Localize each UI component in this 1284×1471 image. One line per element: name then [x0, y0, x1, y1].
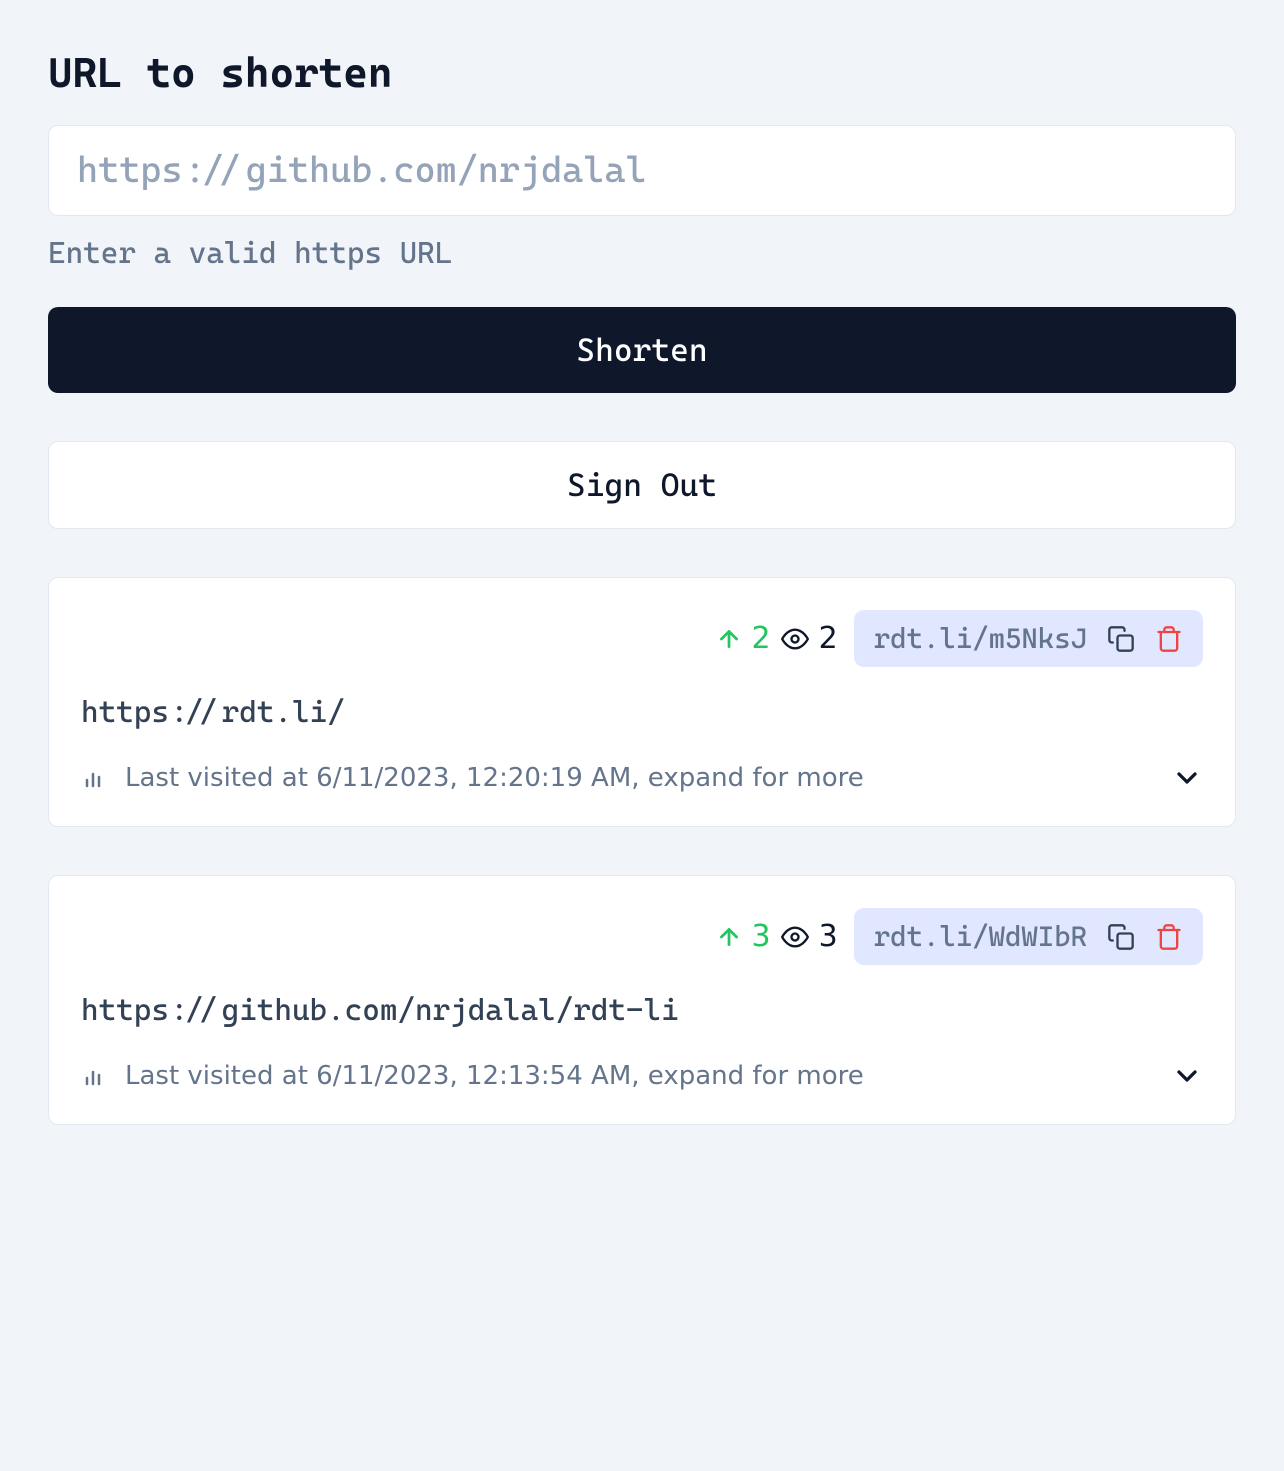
bar-chart-icon: [81, 766, 105, 790]
card-footer: Last visited at 6/11/2023, 12:13:54 AM, …: [81, 1060, 1203, 1092]
chevron-down-icon[interactable]: [1171, 1060, 1203, 1092]
view-count: 2: [819, 621, 838, 656]
short-link-text: rdt.li/WdWIbR: [874, 920, 1087, 953]
view-count: 3: [819, 919, 838, 954]
original-url: https://rdt.li/: [81, 695, 1203, 730]
copy-icon[interactable]: [1107, 923, 1135, 951]
shorten-button[interactable]: Shorten: [48, 307, 1236, 393]
short-link-badge: rdt.li/WdWIbR: [854, 908, 1203, 965]
stats-group: 2 2: [716, 621, 838, 656]
unique-count: 2: [752, 621, 771, 656]
chevron-down-icon[interactable]: [1171, 762, 1203, 794]
original-url: https://github.com/nrjdalal/rdt-li: [81, 993, 1203, 1028]
arrow-up-icon: [716, 626, 742, 652]
helper-text: Enter a valid https URL: [48, 236, 1236, 271]
footer-left: Last visited at 6/11/2023, 12:13:54 AM, …: [81, 1061, 864, 1091]
short-link-text: rdt.li/m5NksJ: [874, 622, 1087, 655]
unique-count: 3: [752, 919, 771, 954]
visit-info: Last visited at 6/11/2023, 12:20:19 AM, …: [125, 763, 864, 793]
eye-icon: [781, 923, 809, 951]
url-input[interactable]: [48, 125, 1236, 216]
stats-group: 3 3: [716, 919, 838, 954]
card-header: 3 3 rdt.li/WdWIbR: [81, 908, 1203, 965]
card-footer: Last visited at 6/11/2023, 12:20:19 AM, …: [81, 762, 1203, 794]
bar-chart-icon: [81, 1064, 105, 1088]
signout-button[interactable]: Sign Out: [48, 441, 1236, 529]
link-card: 2 2 rdt.li/m5NksJ https://rdt.li/: [48, 577, 1236, 827]
eye-icon: [781, 625, 809, 653]
short-link-badge: rdt.li/m5NksJ: [854, 610, 1203, 667]
footer-left: Last visited at 6/11/2023, 12:20:19 AM, …: [81, 763, 864, 793]
card-header: 2 2 rdt.li/m5NksJ: [81, 610, 1203, 667]
link-card: 3 3 rdt.li/WdWIbR https://github.com/nrj…: [48, 875, 1236, 1125]
trash-icon[interactable]: [1155, 923, 1183, 951]
copy-icon[interactable]: [1107, 625, 1135, 653]
visit-info: Last visited at 6/11/2023, 12:13:54 AM, …: [125, 1061, 864, 1091]
page-title: URL to shorten: [48, 48, 1236, 97]
trash-icon[interactable]: [1155, 625, 1183, 653]
arrow-up-icon: [716, 924, 742, 950]
